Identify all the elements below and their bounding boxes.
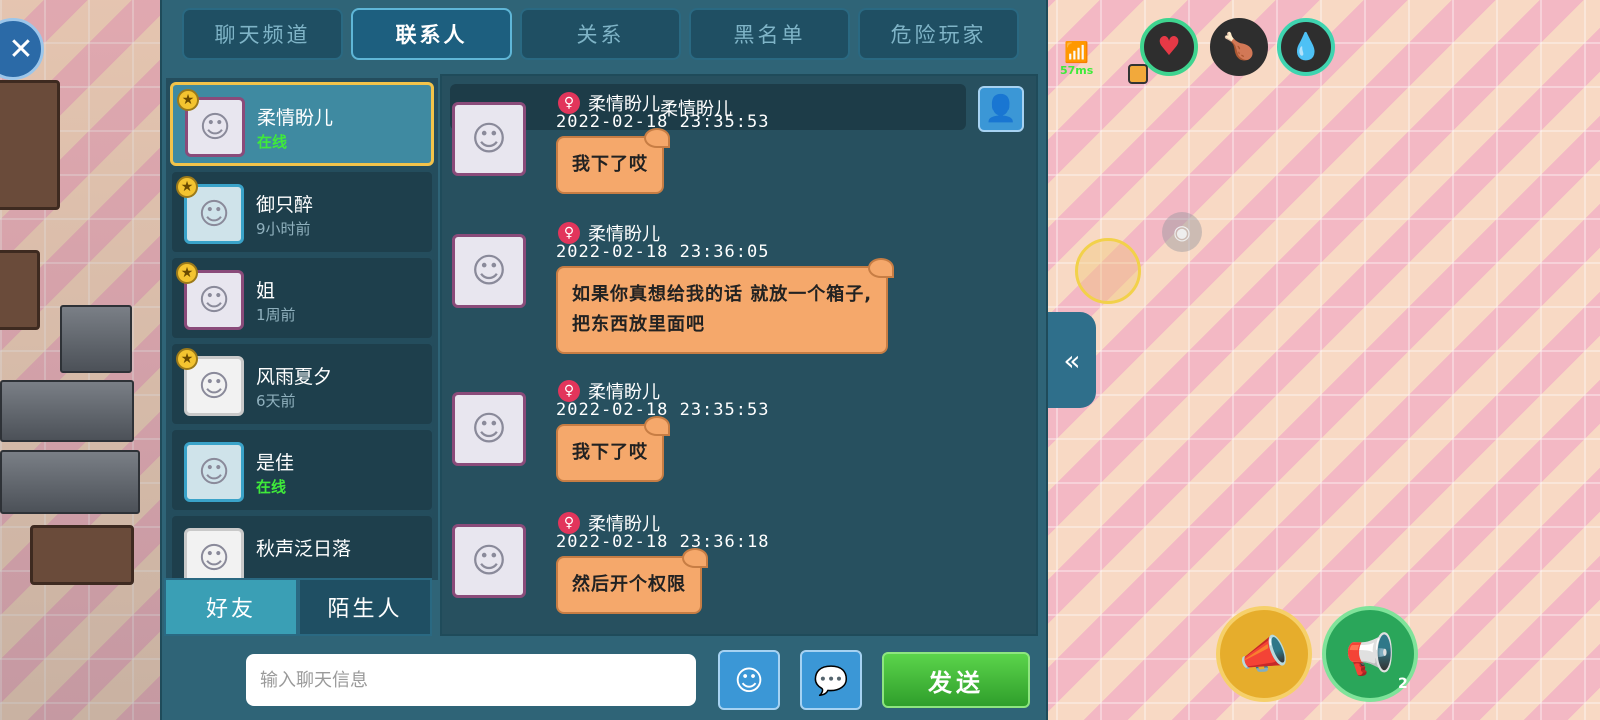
contact-status: 1周前	[256, 306, 296, 324]
heart-icon: ♥	[1157, 32, 1181, 62]
contact-item[interactable]: ☺ 秋声泛日落	[170, 514, 434, 580]
message-bubble: 然后开个权限	[556, 548, 708, 614]
thirst-indicator: 💧	[1277, 18, 1335, 76]
contact-item[interactable]: ☺ 是佳 在线	[170, 428, 434, 512]
avatar: ☺	[452, 524, 526, 598]
message-text: 把东西放里面吧	[572, 314, 705, 335]
contact-status: 9小时前	[256, 220, 311, 238]
message-text: 我下了哎	[572, 442, 648, 463]
avatar: ☺	[184, 528, 244, 580]
megaphone-icon: 📣	[1239, 631, 1289, 678]
contact-item[interactable]: ★ ☺ 姐 1周前	[170, 256, 434, 340]
tab-bar: 聊天频道 联系人 关系 黑名单 危险玩家	[182, 8, 1019, 60]
wooden-crate	[0, 80, 60, 210]
quick-message-button[interactable]: 💬	[800, 650, 862, 710]
contact-name: 御只醉	[256, 194, 314, 216]
tab-strangers[interactable]: 陌生人	[298, 578, 432, 636]
food-icon: 🍗	[1222, 32, 1256, 62]
female-icon: ♀	[558, 222, 580, 244]
star-icon: ★	[177, 89, 199, 111]
stone-block	[0, 450, 140, 514]
star-icon: ★	[176, 348, 198, 370]
contact-name: 是佳	[256, 452, 295, 474]
contact-name: 秋声泛日落	[256, 538, 352, 560]
contact-status: 6天前	[256, 392, 296, 410]
tab-friends[interactable]: 好友	[164, 578, 298, 636]
contact-item[interactable]: ★ ☺ 风雨夏夕 6天前	[170, 342, 434, 426]
chat-panel: 聊天频道 联系人 关系 黑名单 危险玩家 ★ ☺ 柔情盼儿 在线 ★ ☺ 御只醉…	[160, 0, 1048, 720]
tab-blacklist[interactable]: 黑名单	[689, 8, 850, 60]
message-bubble: 我下了哎	[556, 416, 670, 482]
smiley-icon: ☺	[734, 663, 764, 697]
contact-filter-tabs: 好友 陌生人	[164, 578, 432, 636]
chat-message: ☺ ♀ 柔情盼儿 2022-02-18 23:35:53 我下了哎	[452, 90, 1012, 200]
message-bubble: 如果你真想给我的话 就放一个箱子, 把东西放里面吧	[556, 258, 895, 354]
tab-contacts[interactable]: 联系人	[351, 8, 512, 60]
wooden-crate	[0, 250, 40, 330]
horn-count: 2	[1398, 676, 1408, 692]
tab-relations[interactable]: 关系	[520, 8, 681, 60]
speech-bubble-icon: 💬	[813, 663, 849, 697]
contact-item[interactable]: ★ ☺ 柔情盼儿 在线	[170, 82, 434, 166]
chat-history[interactable]: 柔情盼儿 👤 ☺ ♀ 柔情盼儿 2022-02-18 23:35:53 我下了哎…	[440, 74, 1038, 636]
message-time: 2022-02-18 23:36:05	[556, 242, 770, 262]
female-icon: ♀	[558, 380, 580, 402]
avatar: ☺	[452, 392, 526, 466]
broadcast-button[interactable]: 📣	[1216, 606, 1312, 702]
chat-message: ☺ ♀ 柔情盼儿 2022-02-18 23:36:18 然后开个权限	[452, 510, 1012, 620]
input-bar: ☺ 💬 发送	[162, 640, 1050, 720]
hunger-indicator: 🍗	[1210, 18, 1268, 76]
stone-block	[0, 380, 134, 442]
network-ping: 📶 57ms	[1060, 40, 1093, 77]
armor-icon	[1128, 64, 1148, 84]
game-world-left	[0, 0, 160, 720]
emoji-button[interactable]: ☺	[718, 650, 780, 710]
message-text: 如果你真想给我的话 就放一个箱子,	[572, 284, 873, 305]
avatar: ☺	[184, 442, 244, 502]
chat-input[interactable]	[246, 654, 696, 706]
close-icon: ✕	[8, 31, 34, 67]
female-icon: ♀	[558, 512, 580, 534]
send-button[interactable]: 发送	[882, 652, 1030, 708]
chat-message: ☺ ♀ 柔情盼儿 2022-02-18 23:36:05 如果你真想给我的话 就…	[452, 220, 1012, 354]
message-text: 然后开个权限	[572, 574, 686, 595]
star-icon: ★	[176, 176, 198, 198]
wifi-icon: 📶	[1064, 40, 1090, 64]
wooden-crate	[30, 525, 134, 585]
female-icon: ♀	[558, 92, 580, 114]
contact-name: 姐	[256, 280, 276, 302]
message-time: 2022-02-18 23:36:18	[556, 532, 770, 552]
collapse-panel-button[interactable]: «	[1048, 312, 1096, 408]
ping-value: 57ms	[1060, 64, 1094, 77]
tab-dangerous-players[interactable]: 危险玩家	[858, 8, 1019, 60]
health-indicator: ♥	[1140, 18, 1198, 76]
stone-block	[60, 305, 132, 373]
contact-status: 在线	[257, 133, 288, 151]
aim-joystick[interactable]	[1075, 238, 1141, 304]
message-text: 我下了哎	[572, 154, 648, 175]
avatar: ☺	[452, 234, 526, 308]
eye-icon[interactable]: ◉	[1162, 212, 1202, 252]
chat-message: ☺ ♀ 柔情盼儿 2022-02-18 23:35:53 我下了哎	[452, 378, 1012, 488]
avatar: ☺	[452, 102, 526, 176]
contact-name: 柔情盼儿	[257, 107, 334, 129]
contact-list[interactable]: ★ ☺ 柔情盼儿 在线 ★ ☺ 御只醉 9小时前 ★ ☺ 姐 1周前 ★ ☺ 风…	[166, 78, 438, 580]
contact-name: 风雨夏夕	[256, 366, 333, 388]
water-drop-icon: 💧	[1289, 32, 1323, 62]
double-chevron-left-icon: «	[1063, 343, 1081, 377]
contact-item[interactable]: ★ ☺ 御只醉 9小时前	[170, 170, 434, 254]
message-bubble: 我下了哎	[556, 128, 670, 194]
tab-chat-channel[interactable]: 聊天频道	[182, 8, 343, 60]
megaphone-icon: 📢	[1345, 631, 1395, 678]
contact-status: 在线	[256, 478, 287, 496]
star-icon: ★	[176, 262, 198, 284]
